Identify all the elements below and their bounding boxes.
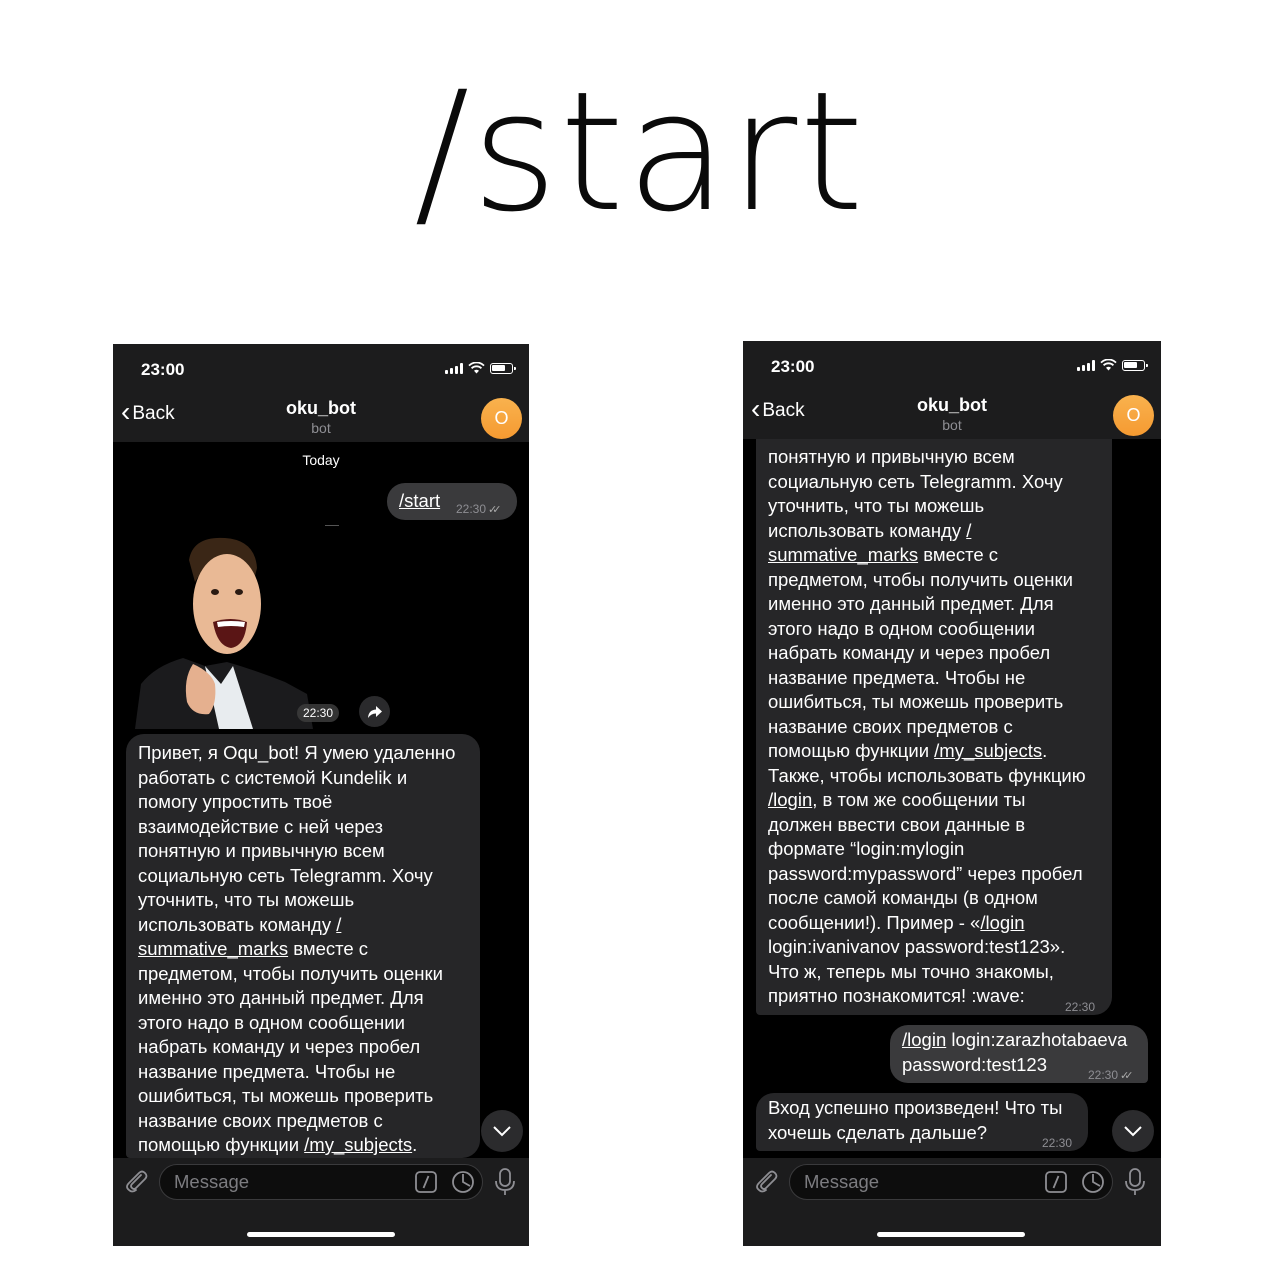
battery-icon — [490, 362, 516, 374]
message-text: . — [412, 1134, 418, 1155]
top-bar: 23:00 ‹ Back oku_bot bot O — [743, 341, 1161, 439]
my-subjects-link[interactable]: /my_subjects — [304, 1134, 412, 1155]
paperclip-icon[interactable] — [753, 1168, 779, 1194]
home-indicator — [877, 1232, 1025, 1237]
date-separator: Today — [302, 452, 340, 468]
read-check-icon: ✓✓ — [1120, 1070, 1134, 1082]
signal-icon — [445, 362, 463, 374]
wifi-icon — [1100, 359, 1117, 371]
message-time: 22:30 — [1065, 1000, 1096, 1014]
slash-command-icon[interactable] — [415, 1171, 437, 1193]
chat-subtitle: bot — [311, 420, 331, 436]
phone-screenshot-right: 23:00 ‹ Back oku_bot bot O понятную и пр… — [743, 341, 1161, 1246]
message-text: login:ivanivanov password:test123». Что … — [768, 936, 1066, 1006]
intro-message[interactable]: Привет, я Oqu_bot! Я умею удаленно работ… — [126, 734, 480, 1158]
message-text: вместе с предметом, чтобы получить оценк… — [768, 544, 1073, 761]
paperclip-icon[interactable] — [123, 1168, 149, 1194]
login-message[interactable]: /login login:zarazhotabaeva password:tes… — [890, 1025, 1148, 1083]
top-bar: 23:00 ‹ Back oku_bot bot O — [113, 344, 529, 442]
home-indicator — [247, 1232, 395, 1237]
status-time: 23:00 — [771, 357, 815, 376]
my-subjects-link[interactable]: /my_subjects — [934, 740, 1042, 761]
avatar[interactable]: O — [1113, 395, 1154, 436]
message-time: 22:30 ✓✓ — [456, 502, 502, 516]
intro-message[interactable]: понятную и привычную всем социальную сет… — [756, 421, 1112, 1015]
chat-subtitle: bot — [942, 417, 962, 433]
chevron-down-icon — [493, 1126, 511, 1137]
message-time: 22:30 — [1042, 1136, 1073, 1150]
message-text: , в том же сообщении ты должен ввести св… — [768, 789, 1083, 933]
message-time: 22:30 ✓✓ — [1088, 1068, 1134, 1082]
sticker-image[interactable] — [135, 534, 313, 729]
chat-title: oku_bot — [286, 398, 356, 418]
share-icon — [367, 705, 382, 718]
chat-header[interactable]: oku_bot bot — [113, 398, 529, 436]
battery-icon — [1122, 359, 1148, 371]
message-text: понятную и привычную всем социальную сет… — [768, 446, 1063, 541]
slash-command-icon[interactable] — [1045, 1171, 1067, 1193]
avatar[interactable]: O — [481, 398, 522, 439]
chevron-down-icon — [1124, 1126, 1142, 1137]
clock-icon[interactable] — [451, 1170, 475, 1194]
message-text: Привет, я Oqu_bot! Я умею удаленно работ… — [138, 742, 456, 935]
divider — [325, 525, 339, 526]
message-text: вместе с предметом, чтобы получить оценк… — [138, 938, 443, 1155]
clock-icon[interactable] — [1081, 1170, 1105, 1194]
read-check-icon: ✓✓ — [488, 504, 502, 516]
login-command[interactable]: /login — [902, 1029, 946, 1050]
wifi-icon — [468, 362, 485, 374]
login-example-link[interactable]: /login — [980, 912, 1024, 933]
mic-icon[interactable] — [1123, 1167, 1147, 1197]
chat-header[interactable]: oku_bot bot — [743, 395, 1161, 433]
start-command[interactable]: /start — [399, 490, 440, 511]
scroll-down-button[interactable] — [481, 1110, 523, 1152]
message-input-bar — [113, 1158, 529, 1246]
chat-title: oku_bot — [917, 395, 987, 415]
sticker-time: 22:30 — [297, 704, 340, 722]
start-command-message[interactable]: /start 22:30 ✓✓ — [387, 483, 517, 520]
status-icons — [445, 362, 516, 374]
phone-screenshot-left: 23:00 ‹ Back oku_bot bot O Today /start … — [113, 344, 529, 1246]
scroll-down-button[interactable] — [1112, 1110, 1154, 1152]
share-button[interactable] — [359, 696, 390, 727]
slide-headline: /start — [414, 56, 866, 248]
message-input-bar — [743, 1158, 1161, 1246]
success-message[interactable]: Вход успешно произведен! Что ты хочешь с… — [756, 1093, 1088, 1151]
message-text: Вход успешно произведен! Что ты хочешь с… — [768, 1097, 1063, 1143]
signal-icon — [1077, 359, 1095, 371]
mic-icon[interactable] — [493, 1167, 517, 1197]
status-time: 23:00 — [141, 360, 185, 379]
status-icons — [1077, 359, 1148, 371]
login-link[interactable]: /login — [768, 789, 812, 810]
